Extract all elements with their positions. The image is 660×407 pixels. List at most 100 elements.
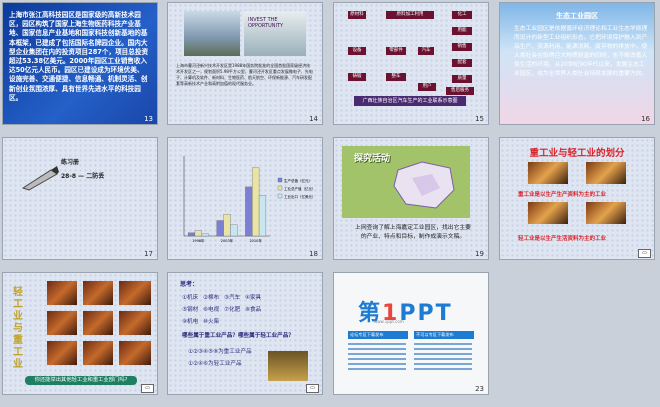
chart-bar: [252, 167, 260, 237]
industry-photo: [119, 281, 151, 305]
flow-box: 用能: [452, 27, 472, 35]
chart-category-label: 1998年: [192, 238, 205, 243]
industry-photo: [47, 341, 77, 365]
light-industry-definition: 轻工业是以生产生活资料为主的工业: [518, 236, 607, 242]
chart-category-label: 2003年: [221, 238, 234, 243]
flow-box: 售后服务: [446, 87, 474, 95]
slide-title: 生态工业园区: [556, 12, 598, 20]
slide-number: 13: [144, 115, 153, 123]
industry-photo: [119, 341, 151, 365]
diagram-caption: 广西壮族自治区汽车生产的工业联系示意图: [354, 96, 466, 106]
chart-bar: [230, 224, 238, 237]
industry-photo: [119, 311, 151, 335]
industry-photo: [528, 202, 568, 224]
slide-thumbnail-13[interactable]: 上海市张江高科技园区是国家级的高新技术园区，园区构筑了国家上海生物医药科技产业基…: [2, 2, 158, 125]
legend-swatch: [277, 193, 283, 199]
legend-swatch: [277, 185, 283, 191]
industry-photo: [83, 281, 113, 305]
slide-thumbnail-22[interactable]: 思考： ①机床 ②棉布 ③汽车 ④家具 ⑤钢材 ⑥电视 ⑦化肥 ⑧食品 ⑨机电 …: [167, 272, 323, 395]
industry-photo: [83, 341, 113, 365]
slide-number: 15: [475, 115, 484, 123]
logo-subtitle: www.1ppt.com: [374, 319, 404, 324]
slide-title: 探究活动: [354, 154, 391, 164]
info-box-right: 不可以专区下载发布: [414, 331, 474, 339]
industry-photo: [586, 162, 626, 184]
legend-label: 生产总值（亿元）: [284, 178, 312, 183]
link-list-left: [348, 343, 406, 373]
question-bar: 你还能举出其他轻工业和重工业部门吗?: [25, 376, 137, 385]
map-image: [393, 161, 455, 209]
slide-title: 重工业与轻工业的划分: [529, 148, 625, 159]
slide-sorter-grid: 上海市张江高科技园区是国家级的高新技术园区，园区构筑了国家上海生物医药科技产业基…: [0, 0, 660, 407]
flow-box: 零部件: [386, 47, 406, 55]
answer-light: ①②④⑥为轻工业产品: [188, 361, 242, 367]
flow-box: 汽车: [418, 47, 434, 55]
slide-text: 上海市张江高科技园区是国家级的高新技术园区，园区构筑了国家上海生物医药科技产业基…: [9, 11, 149, 102]
flow-box: 用户: [418, 83, 436, 91]
building-photo: [184, 11, 240, 56]
vertical-title: 轻工业与重工业: [13, 287, 23, 370]
industry-photo: [83, 311, 113, 335]
product-photo: [268, 351, 308, 381]
product-list-row: ⑨机电 ⑩火柴: [182, 319, 220, 325]
slide-thumbnail-15[interactable]: 原材料 原料加工利用 化工 用能 设备 零部件 汽车 销售 配套 铸锻 整车 质…: [333, 2, 489, 125]
slide-number: 14: [309, 115, 318, 123]
pen-icon: [21, 166, 59, 191]
flow-box: 铸锻: [348, 73, 366, 81]
slide-thumbnail-17[interactable]: 练习册 28-8 — 二防丢 17: [2, 137, 158, 260]
legend-label: 工业总产值（亿元）: [284, 186, 316, 191]
product-list-row: ①机床 ②棉布 ③汽车 ④家具: [182, 295, 262, 301]
slide-number: 23: [475, 385, 484, 393]
industry-photo: [586, 202, 626, 224]
slide-thumbnail-16[interactable]: 生态工业园区 生态工业园区是依据循环经济理论和工业生态学原理而设计的新型工业组织…: [499, 2, 655, 125]
slide-text: 上网查询了解上海嘉定工业园区，找出它主要的产业、特点和目标，制作成演示文稿。: [355, 225, 471, 240]
slide-thumbnail-21[interactable]: 轻工业与重工业 你还能举出其他轻工业和重工业部门吗? ▭: [2, 272, 158, 395]
slide-thumbnail-23[interactable]: 第1PPT www.1ppt.com 论坛专区下载发布 不可以专区下载发布 23: [333, 272, 489, 395]
slide-number: 16: [641, 115, 650, 123]
question-text: 哪些属于重工业产品？哪些属于轻工业产品？: [182, 333, 294, 339]
exercise-caption: 练习册 28-8 — 二防丢: [61, 159, 105, 180]
chart-bar: [245, 186, 253, 237]
chart-bar: [187, 232, 196, 237]
slide-icon: ▭: [306, 384, 319, 393]
legend-swatch: [277, 177, 283, 183]
industry-photo: [47, 311, 77, 335]
slide-thumbnail-20[interactable]: 重工业与轻工业的划分 重工业是以生产生产资料为主的工业 轻工业是以生产生活资料为…: [499, 137, 655, 260]
chart-category-label: 2010年: [249, 238, 262, 243]
slide-number: 19: [475, 250, 484, 258]
flow-box: 原材料: [348, 11, 366, 19]
slide-text: 上海市曹河泾新兴技术开发区是1988年国务院批准的全国首批国家级经济技术开发区之…: [176, 63, 313, 86]
slide-text: 生态工业园区是依据循环经济理论和工业生态学原理而设计的新型工业组织形态。它把环境…: [514, 26, 648, 77]
chart-bar: [194, 230, 202, 237]
chart-bar: [258, 195, 267, 237]
flow-box: 配套: [452, 59, 472, 67]
heavy-industry-definition: 重工业是以生产生产资料为主的工业: [518, 192, 607, 198]
slide-icon: ▭: [638, 249, 651, 258]
info-box-left: 论坛专区下载发布: [348, 331, 408, 339]
slide-icon: ▭: [141, 384, 154, 393]
industry-photo: [47, 281, 77, 305]
slide-thumbnail-14[interactable]: INVEST THE OPPORTUNITY 上海市曹河泾新兴技术开发区是198…: [167, 2, 323, 125]
invest-poster: INVEST THE OPPORTUNITY: [244, 11, 306, 56]
link-list-right: [414, 343, 472, 373]
flow-box: 化工: [452, 11, 472, 19]
slide-number: 18: [309, 250, 318, 258]
flow-box: 销售: [452, 43, 472, 51]
flow-box: 设备: [348, 47, 366, 55]
answer-heavy: ①②③④⑤⑧为重工业产品: [188, 349, 252, 355]
flow-box: 原料加工利用: [386, 11, 434, 19]
slide-thumbnail-19[interactable]: 探究活动 上网查询了解上海嘉定工业园区，找出它主要的产业、特点和目标，制作成演示…: [333, 137, 489, 260]
legend-label: 工业出口（亿美元）: [284, 194, 316, 199]
bar-chart: 1998年 2003年 2010年 生产总值（亿元） 工业总产值（亿元） 工业出口（亿美元…: [183, 156, 316, 243]
question-label: 思考：: [180, 281, 199, 288]
chart-bar: [216, 220, 224, 237]
product-list-row: ⑤钢材 ⑥电视 ⑦化肥 ⑧食品: [182, 307, 262, 313]
chart-bar: [223, 213, 231, 237]
flow-box: 质量: [452, 75, 472, 83]
chart-bar: [201, 233, 209, 237]
ppt-logo: 第1PPT: [358, 301, 453, 326]
flow-box: 整车: [386, 73, 406, 81]
slide-number: 17: [144, 250, 153, 258]
slide-thumbnail-18[interactable]: 1998年 2003年 2010年 生产总值（亿元） 工业总产值（亿元） 工业出口（亿美元…: [167, 137, 323, 260]
industry-photo: [528, 162, 568, 184]
